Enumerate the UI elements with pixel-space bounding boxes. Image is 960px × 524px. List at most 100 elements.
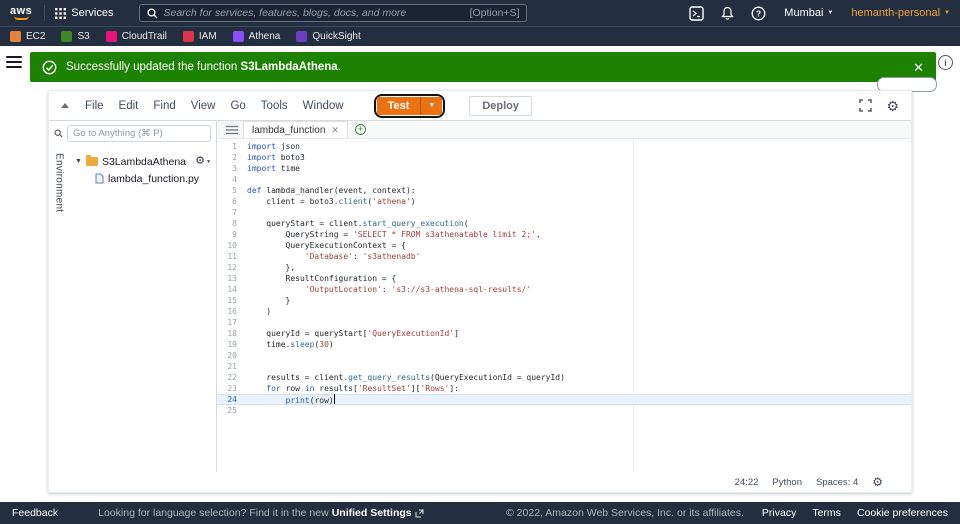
code-area[interactable]: 1 import json 2 import boto3 3 import time 4 5 d… — [217, 139, 911, 472]
favorite-athena[interactable]: Athena — [232, 31, 280, 42]
code-line[interactable]: 25 — [217, 405, 911, 416]
folder-settings[interactable]: ⚙ ▼ — [195, 156, 211, 167]
code-line[interactable]: 4 — [217, 174, 911, 185]
folder-name: S3LambdaAthena — [101, 155, 187, 168]
code-line[interactable]: 3 import time — [217, 163, 911, 174]
code-line[interactable]: 11 'Database': 's3athenadb' — [217, 251, 911, 262]
deploy-button[interactable]: Deploy — [469, 95, 532, 116]
code-line[interactable]: 22 results = client.get_query_results(Qu… — [217, 372, 911, 383]
code-line[interactable]: 5 def lambda_handler(event, context): — [217, 185, 911, 196]
code-line[interactable]: 9 QueryString = 'SELECT * FROM s3athenat… — [217, 229, 911, 240]
code-line[interactable]: 10 QueryExecutionContext = { — [217, 240, 911, 251]
line-content: }, — [247, 263, 296, 272]
code-line[interactable]: 21 — [217, 361, 911, 372]
tab-close-icon[interactable]: ✕ — [331, 125, 339, 136]
tree-file-row[interactable]: lambda_function.py — [69, 170, 216, 187]
goto-anything-input[interactable] — [67, 124, 211, 142]
code-line[interactable]: 8 queryStart = client.start_query_execut… — [217, 218, 911, 229]
tree-folder-row[interactable]: ▼ S3LambdaAthena ⚙ ▼ — [69, 153, 216, 170]
favorite-cloudtrail[interactable]: CloudTrail — [105, 31, 167, 42]
tab-list-icon[interactable] — [226, 125, 238, 135]
line-content: import time — [247, 164, 300, 173]
line-number: 4 — [232, 175, 237, 184]
region-selector[interactable]: Mumbai ▼ — [784, 7, 833, 19]
line-content: import boto3 — [247, 153, 305, 162]
side-menu-hamburger-icon[interactable] — [6, 56, 22, 71]
fullscreen-icon[interactable] — [859, 99, 873, 112]
line-content: 'OutputLocation': 's3://s3-athena-sql-re… — [304, 285, 532, 294]
favorite-ec2[interactable]: EC2 — [10, 31, 45, 42]
new-tab-plus-icon[interactable]: + — [354, 124, 366, 135]
editor-tabbar: lambda_function ✕ + — [217, 121, 911, 139]
nav-divider — [44, 5, 46, 21]
language-mode[interactable]: Python — [772, 477, 802, 488]
code-line[interactable]: 16 ) — [217, 306, 911, 317]
info-panel-icon[interactable]: i — [938, 55, 953, 70]
code-line[interactable]: 1 import json — [217, 141, 911, 152]
favorite-quicksight[interactable]: QuickSight — [296, 31, 361, 42]
tab-lambda-function[interactable]: lambda_function ✕ — [243, 121, 348, 138]
unified-settings-link[interactable]: Unified Settings — [332, 507, 412, 519]
line-number: 20 — [227, 351, 237, 360]
line-number: 15 — [227, 296, 237, 305]
search-input[interactable] — [163, 7, 465, 19]
line-number: 24 — [227, 395, 237, 404]
indentation-setting[interactable]: Spaces: 4 — [816, 477, 858, 488]
feedback-link[interactable]: Feedback — [12, 507, 58, 519]
notifications-bell-icon[interactable] — [721, 6, 734, 20]
code-line[interactable]: 6 client = boto3.client('athena') — [217, 196, 911, 207]
code-line[interactable]: 18 queryId = queryStart['QueryExecutionI… — [217, 328, 911, 339]
folder-expand-caret-icon[interactable]: ▼ — [75, 158, 82, 165]
goto-anything-row — [49, 121, 216, 145]
help-icon[interactable]: ? — [751, 6, 766, 21]
environment-tab[interactable]: Environment — [49, 145, 69, 472]
test-dropdown-icon[interactable]: ▼ — [420, 96, 442, 115]
code-line[interactable]: 17 — [217, 317, 911, 328]
services-menu[interactable]: Services — [55, 7, 113, 19]
editor-settings-gear-icon[interactable]: ⚙ — [886, 99, 899, 113]
search-icon — [147, 7, 158, 18]
footer-link-privacy[interactable]: Privacy — [762, 507, 796, 519]
cursor-position[interactable]: 24:22 — [735, 477, 759, 488]
statusbar-gear-icon[interactable]: ⚙ — [872, 476, 883, 488]
menu-item-go[interactable]: Go — [230, 100, 245, 112]
code-line[interactable]: 14 'OutputLocation': 's3://s3-athena-sql… — [217, 284, 911, 295]
menu-item-window[interactable]: Window — [303, 100, 344, 112]
top-navigation-bar: aws Services [Option+S] ? Mumbai ▼ heman… — [0, 0, 960, 26]
favorite-s3[interactable]: S3 — [61, 31, 90, 42]
code-line[interactable]: 19 time.sleep(30) — [217, 339, 911, 350]
menu-item-view[interactable]: View — [191, 100, 216, 112]
menu-item-tools[interactable]: Tools — [261, 100, 288, 112]
code-line[interactable]: 15 } — [217, 295, 911, 306]
collapse-editor-icon[interactable] — [61, 103, 69, 108]
favorite-iam[interactable]: IAM — [182, 31, 217, 42]
editor-pane: lambda_function ✕ + 1 import json 2 import … — [217, 121, 911, 472]
aws-logo[interactable]: aws — [10, 6, 32, 20]
code-line[interactable]: 2 import boto3 — [217, 152, 911, 163]
menu-item-edit[interactable]: Edit — [119, 100, 139, 112]
code-line[interactable]: 20 — [217, 350, 911, 361]
code-line[interactable]: 24 print(row) — [217, 394, 911, 405]
success-flash-banner: Successfully updated the function S3Lamb… — [30, 52, 936, 82]
code-line[interactable]: 13 ResultConfiguration = { — [217, 273, 911, 284]
test-button[interactable]: Test — [377, 97, 421, 115]
code-editor-card: File Edit Find View Go Tools Window Test ▼ Dep… — [48, 90, 912, 493]
cloudshell-icon[interactable] — [689, 5, 704, 21]
close-icon[interactable]: ✕ — [913, 61, 924, 74]
code-line[interactable]: 7 — [217, 207, 911, 218]
line-number: 2 — [232, 153, 237, 162]
menu-item-find[interactable]: Find — [153, 100, 175, 112]
line-content: import json — [247, 142, 300, 151]
chevron-down-icon: ▼ — [944, 10, 950, 16]
code-line[interactable]: 12 }, — [217, 262, 911, 273]
file-tree: ▼ S3LambdaAthena ⚙ ▼ lambda_function.py — [69, 145, 216, 472]
search-icon — [54, 129, 63, 138]
code-line[interactable]: 23 for row in results['ResultSet']['Rows… — [217, 383, 911, 394]
footer-link-terms[interactable]: Terms — [812, 507, 841, 519]
text-cursor — [333, 394, 335, 404]
menu-item-file[interactable]: File — [85, 100, 104, 112]
footer-link-cookie-preferences[interactable]: Cookie preferences — [857, 507, 948, 519]
global-search[interactable]: [Option+S] — [139, 4, 528, 22]
line-content: QueryString = 'SELECT * FROM s3athenatab… — [247, 230, 541, 239]
account-menu[interactable]: hemanth-personal ▼ — [851, 7, 950, 19]
